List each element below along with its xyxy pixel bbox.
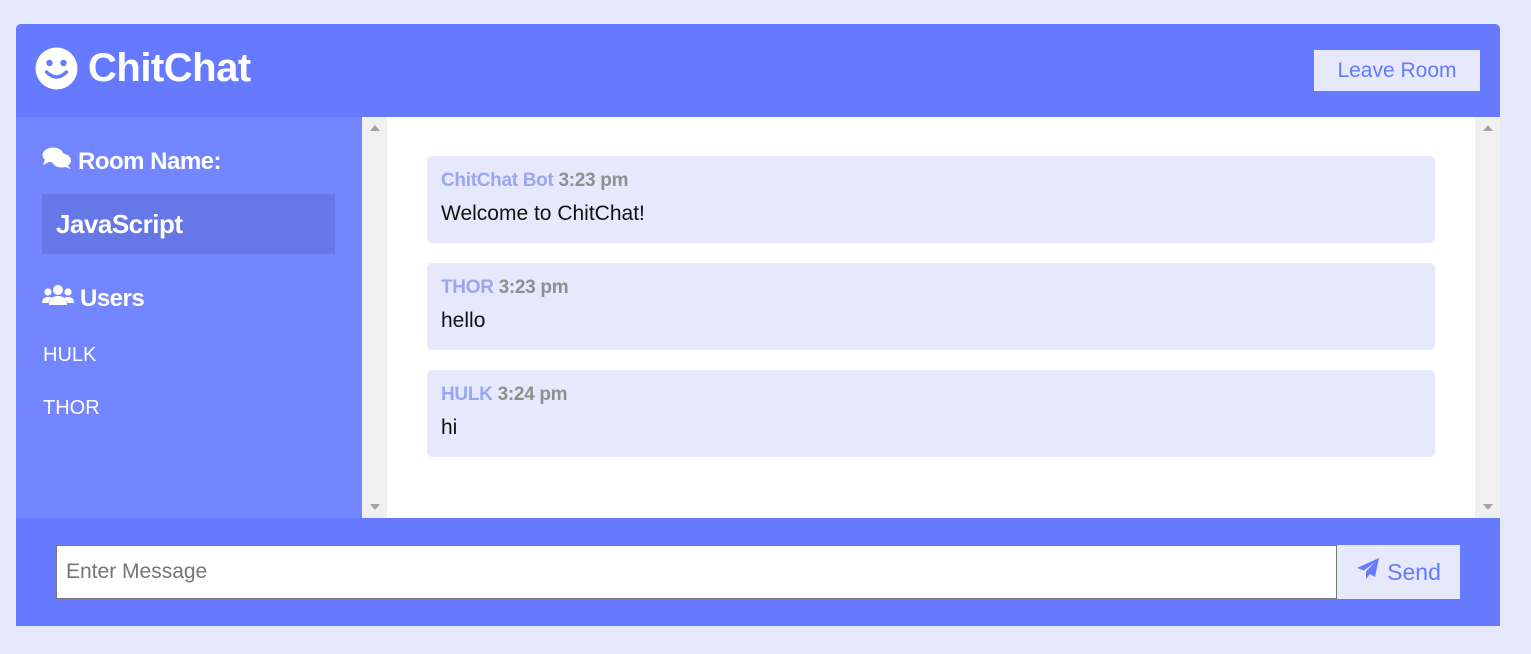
comments-icon xyxy=(42,146,78,177)
message-item: HULK 3:24 pm hi xyxy=(427,370,1435,457)
message-list: ChitChat Bot 3:23 pm Welcome to ChitChat… xyxy=(427,156,1435,477)
message-input[interactable] xyxy=(56,545,1337,599)
message-item: ChitChat Bot 3:23 pm Welcome to ChitChat… xyxy=(427,156,1435,243)
message-time: 3:24 pm xyxy=(497,384,568,405)
right-scrollbar[interactable] xyxy=(1475,117,1500,518)
logo: ChitChat xyxy=(35,46,251,91)
room-name-heading-label: Room Name: xyxy=(78,147,222,175)
users-heading: Users xyxy=(42,283,145,314)
message-author: ChitChat Bot xyxy=(441,170,554,191)
user-list: HULK THOR xyxy=(43,345,100,451)
message-meta: THOR 3:23 pm xyxy=(441,277,1421,299)
message-text: hi xyxy=(441,416,458,439)
message-item: THOR 3:23 pm hello xyxy=(427,263,1435,350)
send-button-label: Send xyxy=(1387,558,1441,585)
room-name: JavaScript xyxy=(42,194,335,254)
user-item: HULK xyxy=(43,344,97,366)
user-item: THOR xyxy=(43,397,100,419)
scroll-up-arrow-icon[interactable] xyxy=(370,125,380,131)
sidebar: Room Name: JavaScript Users HULK THOR xyxy=(16,117,362,518)
message-meta: ChitChat Bot 3:23 pm xyxy=(441,170,1421,192)
smile-icon xyxy=(35,47,78,90)
message-time: 3:23 pm xyxy=(558,170,629,191)
users-icon xyxy=(42,283,80,314)
message-text: Welcome to ChitChat! xyxy=(441,202,645,225)
scroll-down-arrow-icon[interactable] xyxy=(370,504,380,510)
app-title: ChitChat xyxy=(88,46,251,90)
scroll-down-arrow-icon[interactable] xyxy=(1483,504,1493,510)
chat-messages-panel[interactable]: ChitChat Bot 3:23 pm Welcome to ChitChat… xyxy=(362,117,1500,518)
message-time: 3:23 pm xyxy=(498,277,569,298)
users-heading-label: Users xyxy=(80,284,145,312)
room-name-heading: Room Name: xyxy=(42,146,222,177)
message-meta: HULK 3:24 pm xyxy=(441,384,1421,406)
header: ChitChat Leave Room xyxy=(16,24,1500,117)
send-button[interactable]: Send xyxy=(1337,545,1460,599)
leave-room-button[interactable]: Leave Room xyxy=(1314,50,1480,91)
message-author: HULK xyxy=(441,384,493,405)
message-composer: Send xyxy=(16,518,1500,626)
message-author: THOR xyxy=(441,277,494,298)
message-text: hello xyxy=(441,309,486,332)
chat-app: ChitChat Leave Room Room Name: JavaScrip… xyxy=(16,24,1500,626)
scroll-up-arrow-icon[interactable] xyxy=(1483,125,1493,131)
left-scrollbar[interactable] xyxy=(362,117,387,518)
paper-plane-icon xyxy=(1356,557,1387,587)
